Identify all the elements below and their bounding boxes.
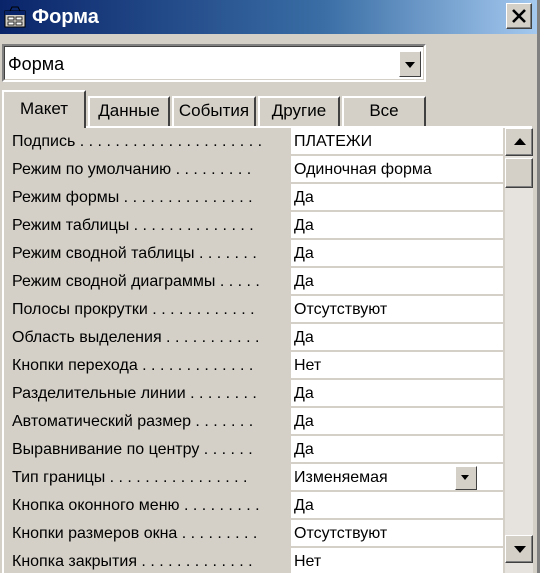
property-row[interactable]: Режим сводной таблицы . . . . . . . Да	[8, 240, 504, 268]
property-name: Режим формы . . . . . . . . . . . . . . …	[12, 189, 253, 206]
chevron-down-icon	[461, 475, 469, 480]
property-row[interactable]: Режим таблицы . . . . . . . . . . . . . …	[8, 212, 504, 240]
property-name: Режим по умолчанию . . . . . . . . .	[12, 161, 252, 178]
property-value: Да	[294, 385, 314, 402]
property-row[interactable]: Полосы прокрутки . . . . . . . . . . . .…	[8, 296, 504, 324]
property-value-field[interactable]: Да	[291, 240, 503, 267]
property-row[interactable]: Кнопки перехода . . . . . . . . . . . . …	[8, 352, 504, 380]
tab-label: Все	[369, 101, 399, 120]
property-row[interactable]: Разделительные линии . . . . . . . . Да	[8, 380, 504, 408]
tab-data[interactable]: Данные	[88, 96, 170, 126]
property-name: Кнопка оконного меню . . . . . . . . .	[12, 497, 260, 514]
object-selector-dropdown-button[interactable]	[399, 51, 421, 77]
property-value-field[interactable]: Да	[291, 324, 503, 351]
property-row[interactable]: Область выделения . . . . . . . . . . . …	[8, 324, 504, 352]
property-value-field[interactable]: Да	[291, 184, 503, 211]
property-row[interactable]: Кнопка закрытия . . . . . . . . . . . . …	[8, 548, 504, 573]
vertical-scrollbar[interactable]	[505, 128, 533, 573]
property-name: Кнопки размеров окна . . . . . . . . .	[12, 525, 258, 542]
property-name: Режим сводной таблицы . . . . . . .	[12, 245, 257, 262]
form-icon	[4, 6, 26, 28]
property-grid: Подпись . . . . . . . . . . . . . . . . …	[8, 128, 504, 573]
chevron-down-icon	[405, 62, 415, 68]
property-value: Да	[294, 245, 314, 262]
property-value: Да	[294, 273, 314, 290]
object-selector-combobox[interactable]: Форма	[2, 44, 426, 82]
tab-layout[interactable]: Макет	[2, 90, 86, 128]
tab-label: События	[178, 101, 250, 120]
property-value: Да	[294, 497, 314, 514]
property-value: Нет	[294, 357, 322, 374]
tab-other[interactable]: Другие	[258, 96, 340, 126]
border-type-dropdown-button[interactable]	[455, 466, 477, 490]
property-value-field[interactable]: Да	[291, 380, 503, 407]
tab-label: Данные	[98, 101, 160, 120]
property-sheet-window: Форма Форма Макет Данные События Другие …	[0, 0, 540, 573]
property-value: Да	[294, 217, 314, 234]
tab-events[interactable]: События	[172, 96, 256, 126]
property-value-field[interactable]: Отсутствуют	[291, 296, 503, 323]
tab-all[interactable]: Все	[342, 96, 426, 126]
property-value: Отсутствуют	[294, 301, 388, 318]
property-name: Выравнивание по центру . . . . . .	[12, 441, 253, 458]
property-value: Да	[294, 441, 314, 458]
property-value-field[interactable]: Да	[291, 212, 503, 239]
property-row[interactable]: Режим формы . . . . . . . . . . . . . . …	[8, 184, 504, 212]
tab-label: Другие	[271, 101, 327, 120]
property-value-field[interactable]: Нет	[291, 548, 503, 573]
property-value-field[interactable]: Изменяемая	[291, 464, 503, 491]
property-name: Разделительные линии . . . . . . . .	[12, 385, 257, 402]
property-value: Да	[294, 189, 314, 206]
property-value-field[interactable]: ПЛАТЕЖИ	[291, 128, 503, 155]
property-name: Подпись . . . . . . . . . . . . . . . . …	[12, 133, 263, 150]
property-value-field[interactable]: Да	[291, 492, 503, 519]
property-name: Режим сводной диаграммы . . . . .	[12, 273, 260, 290]
property-value: Отсутствуют	[294, 525, 388, 542]
property-row[interactable]: Режим сводной диаграммы . . . . . Да	[8, 268, 504, 296]
property-name: Режим таблицы . . . . . . . . . . . . . …	[12, 217, 254, 234]
property-name: Тип границы . . . . . . . . . . . . . . …	[12, 469, 248, 486]
property-value: ПЛАТЕЖИ	[294, 133, 373, 150]
property-name: Полосы прокрутки . . . . . . . . . . . .	[12, 301, 255, 318]
property-value-field[interactable]: Нет	[291, 352, 503, 379]
property-row[interactable]: Выравнивание по центру . . . . . . Да	[8, 436, 504, 464]
property-value: Да	[294, 413, 314, 430]
object-selector-value: Форма	[8, 54, 65, 74]
window-title: Форма	[32, 6, 99, 28]
property-value-field[interactable]: Да	[291, 408, 503, 435]
property-value: Нет	[294, 553, 322, 570]
property-name: Область выделения . . . . . . . . . . .	[12, 329, 260, 346]
scroll-up-arrow-icon	[514, 138, 526, 145]
scrollbar-thumb[interactable]	[505, 158, 533, 188]
property-value-field[interactable]: Да	[291, 268, 503, 295]
scroll-up-button[interactable]	[505, 128, 533, 156]
property-row-border-type[interactable]: Тип границы . . . . . . . . . . . . . . …	[8, 464, 504, 492]
scroll-down-button[interactable]	[505, 535, 533, 563]
property-name: Автоматический размер . . . . . . .	[12, 413, 254, 430]
close-icon	[512, 9, 526, 23]
property-value: Да	[294, 329, 314, 346]
property-row[interactable]: Кнопки размеров окна . . . . . . . . . О…	[8, 520, 504, 548]
property-value-field[interactable]: Отсутствуют	[291, 520, 503, 547]
property-value-field[interactable]: Одиночная форма	[291, 156, 503, 183]
scroll-down-arrow-icon	[514, 546, 526, 553]
property-row[interactable]: Подпись . . . . . . . . . . . . . . . . …	[8, 128, 504, 156]
tab-label: Макет	[19, 99, 69, 118]
title-bar[interactable]: Форма	[0, 0, 537, 34]
property-row[interactable]: Кнопка оконного меню . . . . . . . . . Д…	[8, 492, 504, 520]
property-row[interactable]: Режим по умолчанию . . . . . . . . . Оди…	[8, 156, 504, 184]
property-value-field[interactable]: Да	[291, 436, 503, 463]
property-name: Кнопка закрытия . . . . . . . . . . . . …	[12, 553, 253, 570]
property-value: Изменяемая	[294, 469, 388, 486]
property-value: Одиночная форма	[294, 161, 432, 178]
close-button[interactable]	[506, 3, 532, 29]
property-row[interactable]: Автоматический размер . . . . . . . Да	[8, 408, 504, 436]
property-name: Кнопки перехода . . . . . . . . . . . . …	[12, 357, 254, 374]
